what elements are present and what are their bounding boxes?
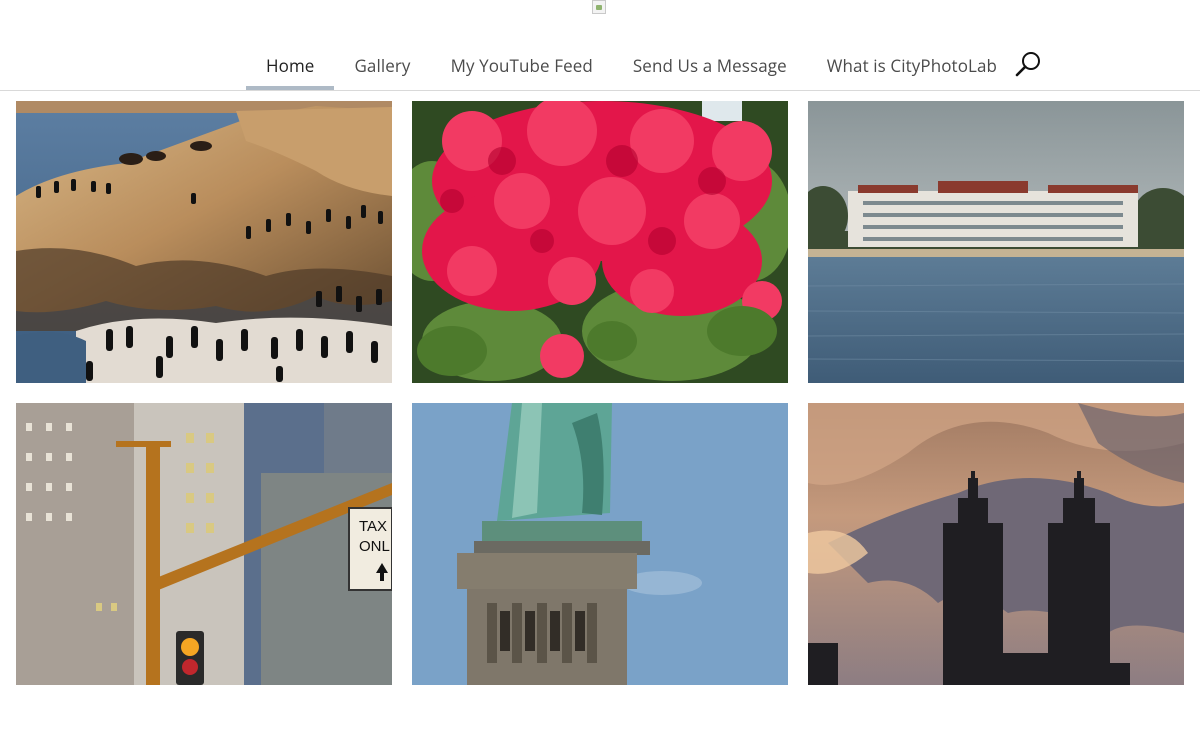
nav-item-gallery[interactable]: Gallery — [334, 40, 430, 90]
nav-menu: Home Gallery My YouTube Feed Send Us a M… — [246, 40, 1017, 90]
photo-statue-pedestal[interactable] — [412, 403, 788, 685]
photo-sunset-towers[interactable] — [808, 403, 1184, 685]
photo-waterfront[interactable] — [808, 101, 1184, 383]
search-icon[interactable] — [1012, 49, 1044, 81]
nav-item-youtube-feed[interactable]: My YouTube Feed — [431, 40, 613, 90]
photo-sea-lions[interactable] — [16, 101, 392, 383]
photo-city-street[interactable]: TAX ONL — [16, 403, 392, 685]
taxi-sign-line-1: TAX — [359, 518, 387, 535]
photo-red-flowers[interactable] — [412, 101, 788, 383]
nav-item-send-message[interactable]: Send Us a Message — [613, 40, 807, 90]
site-logo[interactable] — [592, 0, 608, 16]
broken-image-icon — [592, 0, 606, 14]
nav-item-about[interactable]: What is CityPhotoLab — [807, 40, 1017, 90]
nav-item-home[interactable]: Home — [246, 40, 335, 90]
main-nav: Home Gallery My YouTube Feed Send Us a M… — [0, 40, 1200, 91]
taxi-sign-line-2: ONL — [359, 538, 390, 555]
